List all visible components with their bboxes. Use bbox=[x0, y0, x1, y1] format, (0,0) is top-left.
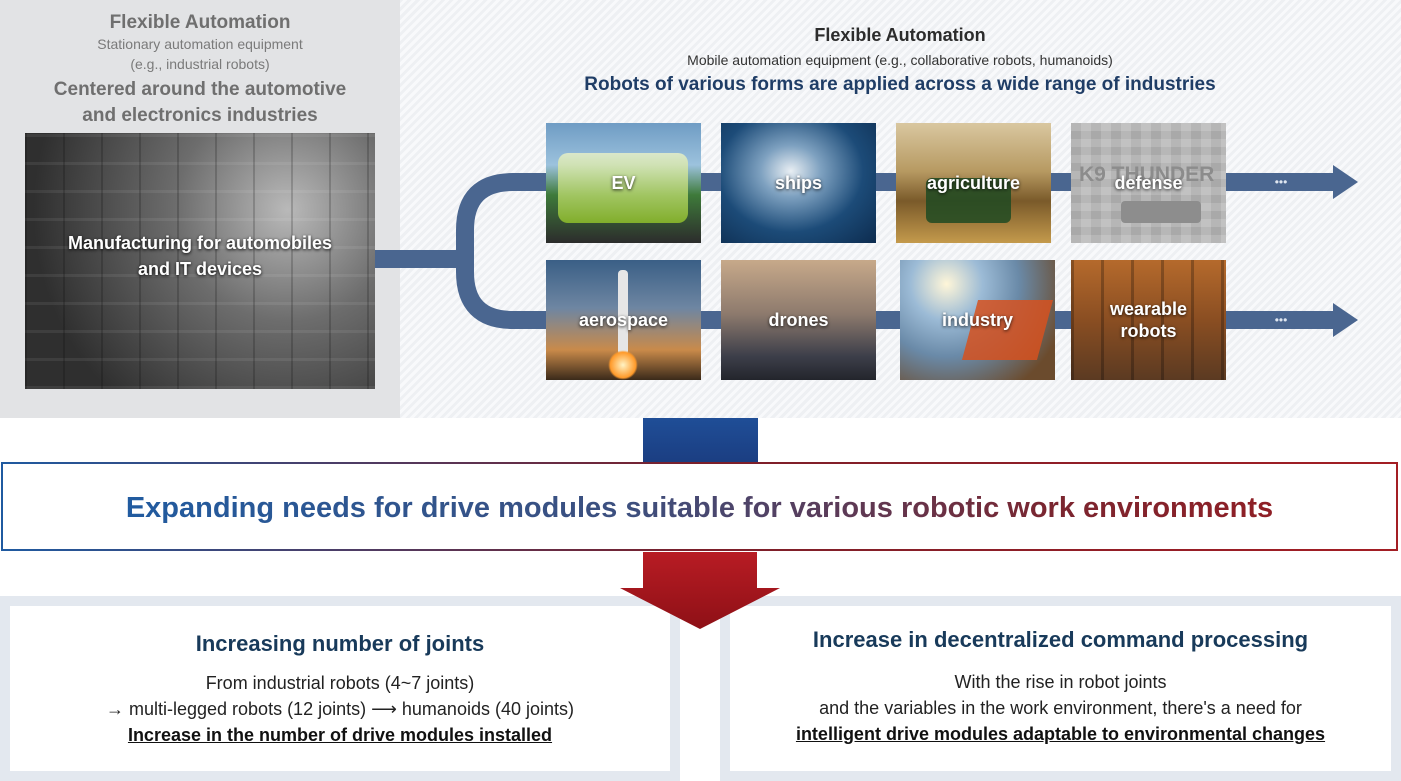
joints-title: Increasing number of joints bbox=[195, 631, 485, 656]
joints-line1: From industrial robots (4~7 joints) bbox=[205, 673, 475, 693]
decentralized-line1: With the rise in robot joints bbox=[954, 672, 1167, 692]
connector-stem bbox=[643, 418, 758, 462]
joints-box: Increasing number of joints From industr… bbox=[0, 596, 680, 781]
tile-industry: industry bbox=[900, 260, 1055, 380]
flow-ellipsis-bottom: ••• bbox=[1275, 313, 1288, 327]
tile-aerospace: aerospace bbox=[546, 260, 701, 380]
banner-text: Expanding needs for drive modules suitab… bbox=[3, 492, 1396, 525]
decentralized-emphasis: intelligent drive modules adaptable to e… bbox=[795, 724, 1326, 744]
flow-ellipsis-top: ••• bbox=[1275, 175, 1288, 189]
flow-arrowhead-bottom bbox=[1333, 303, 1358, 337]
joints-line2: → multi-legged robots (12 joints) ⟶ huma… bbox=[105, 699, 574, 719]
tile-ev-label: EV bbox=[611, 173, 636, 193]
decentralized-title: Increase in decentralized command proces… bbox=[812, 627, 1309, 652]
tile-aerospace-label: aerospace bbox=[578, 310, 669, 330]
tile-drones: drones bbox=[721, 260, 876, 380]
tile-ships-label: ships bbox=[774, 173, 822, 193]
tile-wearable-robots: wearable robots bbox=[1071, 260, 1226, 380]
flow-connector bbox=[375, 250, 455, 268]
tile-defense-label: defense bbox=[1114, 173, 1183, 193]
tile-defense: K9 THUNDER defense bbox=[1071, 123, 1226, 243]
tile-agriculture-label: agriculture bbox=[926, 173, 1021, 193]
tile-industry-label: industry bbox=[941, 310, 1013, 330]
down-arrow bbox=[620, 552, 780, 629]
joints-emphasis: Increase in the number of drive modules … bbox=[127, 725, 553, 745]
tile-wearable-robots-label: wearable robots bbox=[1109, 299, 1188, 341]
decentralized-line2: and the variables in the work environmen… bbox=[819, 698, 1302, 718]
decentralized-box: Increase in decentralized command proces… bbox=[720, 596, 1401, 781]
drive-module-banner: Expanding needs for drive modules suitab… bbox=[1, 462, 1398, 551]
tile-agriculture: agriculture bbox=[896, 123, 1051, 243]
tile-drones-label: drones bbox=[768, 310, 829, 330]
tile-ev: EV bbox=[546, 123, 701, 243]
tile-ships: ships bbox=[721, 123, 876, 243]
flow-arrowhead-top bbox=[1333, 165, 1358, 199]
